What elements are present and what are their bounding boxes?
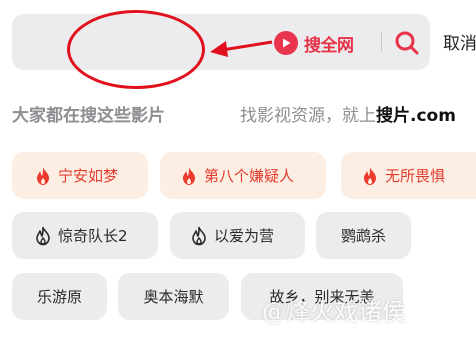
search-chip[interactable]: 乐游原	[12, 273, 107, 320]
chip-label: 无所畏惧	[385, 167, 446, 185]
annotation-ellipse	[67, 10, 205, 89]
promo-prefix: 找影视资源，就上	[240, 106, 376, 126]
flame-icon	[180, 166, 198, 186]
annotation-arrow	[210, 40, 273, 57]
search-icon[interactable]	[392, 28, 422, 58]
search-chip[interactable]: 惊奇队长2	[12, 212, 158, 259]
search-chip[interactable]: 奥本海默	[118, 273, 229, 320]
flame-outline-icon	[190, 226, 208, 246]
section-title: 大家都在搜这些影片	[12, 106, 165, 126]
chip-label: 第八个嫌疑人	[204, 167, 295, 185]
divider	[381, 32, 382, 52]
cancel-button[interactable]: 取消	[443, 29, 476, 54]
promo-text: 找影视资源，就上搜片.com	[240, 101, 456, 126]
chip-label: 奥本海默	[143, 288, 204, 306]
hot-search-chip[interactable]: 第八个嫌疑人	[160, 152, 326, 199]
chip-label: 惊奇队长2	[58, 227, 128, 245]
chip-label: 鹦鹉杀	[340, 227, 386, 245]
search-all-web-label: 搜全网	[304, 35, 354, 56]
hot-search-chip[interactable]: 宁安如梦	[12, 152, 148, 199]
hot-search-chip[interactable]: 无所畏惧	[341, 152, 476, 199]
search-chip[interactable]: 以爱为营	[170, 212, 305, 259]
search-chip[interactable]: 鹦鹉杀	[316, 212, 411, 259]
watermark: @烽火戏诸侯	[262, 298, 406, 326]
flame-outline-icon	[34, 226, 52, 246]
promo-brand: 搜片.com	[376, 106, 456, 126]
search-all-web-button[interactable]: 搜全网	[274, 30, 354, 56]
flame-icon	[34, 166, 52, 186]
chip-label: 乐游原	[36, 288, 82, 306]
flame-icon	[361, 166, 379, 186]
chip-label: 宁安如梦	[58, 167, 119, 185]
chip-label: 以爱为营	[214, 227, 275, 245]
